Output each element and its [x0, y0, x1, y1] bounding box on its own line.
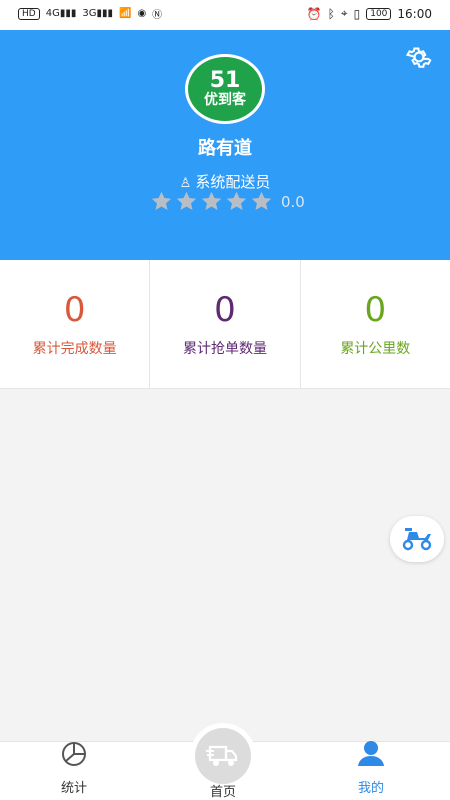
stat-grabbed-value: 0 — [214, 290, 236, 330]
user-icon — [358, 741, 384, 766]
stat-completed[interactable]: 0 累计完成数量 — [0, 260, 149, 388]
tab-home-label: 首页 — [209, 785, 236, 800]
stat-completed-label: 累计完成数量 — [32, 341, 117, 357]
pie-chart-icon — [62, 742, 86, 766]
wifi-icon: 📶 — [118, 8, 132, 19]
logo-mark: 51 — [209, 68, 241, 93]
user-role: ♙ 系统配送员 — [0, 171, 450, 192]
settings-gear-icon[interactable] — [404, 42, 434, 72]
scooter-icon — [402, 528, 432, 551]
star-icon — [201, 191, 222, 211]
bluetooth-icon: ᛒ — [327, 6, 335, 21]
signal-4g-icon: 4G▮▮▮ — [45, 8, 77, 19]
hd-indicator: HD — [18, 7, 40, 20]
stat-grabbed[interactable]: 0 累计抢单数量 — [149, 260, 299, 388]
tab-me[interactable]: 我的 — [321, 739, 421, 796]
stat-grabbed-label: 累计抢单数量 — [182, 341, 267, 357]
user-role-text: 系统配送员 — [195, 173, 271, 191]
star-icon — [251, 191, 272, 211]
stat-distance-label: 累计公里数 — [340, 341, 411, 357]
star-icon — [226, 191, 247, 211]
stat-completed-value: 0 — [63, 290, 86, 330]
logo-text: 优到客 — [204, 92, 246, 108]
alarm-icon: ⏰ — [306, 6, 322, 21]
app-logo: 51 优到客 — [185, 54, 265, 124]
eye-icon: ◉ — [137, 8, 147, 19]
user-name: 路有道 — [198, 138, 252, 159]
tab-home[interactable] — [190, 723, 256, 789]
star-icon — [151, 191, 172, 211]
nfc-icon: Ⓝ — [152, 10, 163, 21]
tab-stats[interactable]: 统计 — [24, 739, 124, 796]
person-icon: ♙ — [179, 176, 192, 191]
profile-header: 51 优到客 路有道 ♙ 系统配送员 0.0 — [0, 30, 450, 260]
vibrate-icon: ▯ — [353, 6, 361, 21]
star-icon — [176, 191, 197, 211]
tab-stats-label: 统计 — [60, 781, 87, 796]
rating: 0.0 — [150, 190, 305, 213]
location-icon: ⌖ — [340, 6, 348, 20]
stat-distance[interactable]: 0 累计公里数 — [299, 260, 450, 388]
status-bar: HD 4G▮▮▮ 3G▮▮▮ 📶 ◉ Ⓝ ⏰ ᛒ ⌖ ▯ 100 16:00 — [0, 0, 450, 30]
delivery-truck-icon — [206, 745, 238, 766]
battery-icon: 100 — [366, 7, 392, 20]
stat-distance-value: 0 — [364, 290, 387, 330]
rating-value: 0.0 — [281, 192, 305, 211]
delivery-scooter-button[interactable] — [390, 516, 444, 562]
clock: 16:00 — [397, 6, 432, 21]
tab-me-label: 我的 — [357, 781, 384, 796]
signal-3g-icon: 3G▮▮▮ — [82, 8, 113, 19]
stats-panel: 0 累计完成数量 0 累计抢单数量 0 累计公里数 — [0, 260, 450, 389]
